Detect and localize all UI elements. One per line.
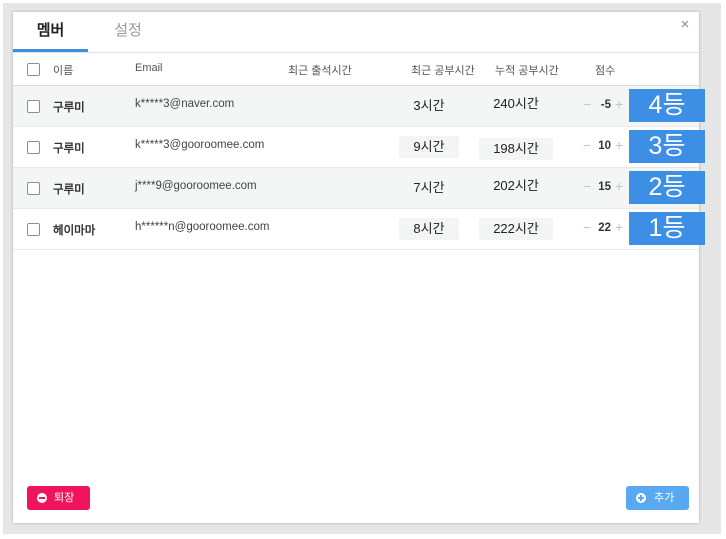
row-checkbox[interactable] [27,100,40,113]
minus-circle-icon [37,493,47,503]
select-all-checkbox[interactable] [27,63,40,76]
increase-score-icon[interactable]: + [615,179,623,193]
members-modal: 멤버 설정 × 이름 Email 최근 출석시간 최근 공부시간 누적 공부시간… [13,12,699,523]
table-row: 구루미 k*****3@gooroomee.com 9시간 198시간 − 10… [13,127,699,168]
last-study-time: 8시간 [399,218,459,240]
add-button-label: 추가 [654,492,675,504]
header-last-attendance: 최근 출석시간 [288,65,352,77]
rank-badge: 3등 [629,130,705,163]
row-checkbox[interactable] [27,141,40,154]
header-last-study: 최근 공부시간 [411,65,475,77]
table-row: 구루미 j****9@gooroomee.com 7시간 202시간 − 15 … [13,168,699,209]
table-row: 구루미 k*****3@naver.com 3시간 240시간 − -5 + [13,86,699,127]
tab-settings[interactable]: 설정 [91,21,165,52]
last-study-time: 7시간 [413,180,445,195]
score-value: 22 [598,222,611,234]
plus-circle-icon [636,493,646,503]
score-value: -5 [600,99,611,111]
member-email: k*****3@naver.com [135,98,235,110]
leave-button[interactable]: 퇴장 [27,486,90,510]
tab-members[interactable]: 멤버 [13,21,88,52]
increase-score-icon[interactable]: + [615,138,623,152]
row-checkbox[interactable] [27,182,40,195]
last-study-time: 9시간 [399,136,459,158]
increase-score-icon[interactable]: + [615,97,623,111]
header-total-study: 누적 공부시간 [495,65,559,77]
member-email: j****9@gooroomee.com [135,180,257,192]
total-study-time: 198시간 [479,138,553,160]
last-study-time: 3시간 [413,98,445,113]
leave-button-label: 퇴장 [54,492,75,504]
table-row: 헤이마마 h******n@gooroomee.com 8시간 222시간 − … [13,209,699,250]
member-email: h******n@gooroomee.com [135,221,270,233]
member-name: 구루미 [53,184,85,196]
member-name: 헤이마마 [53,225,96,237]
member-name: 구루미 [53,102,85,114]
member-email: k*****3@gooroomee.com [135,139,265,151]
score-value: 10 [598,140,611,152]
table-header: 이름 Email 최근 출석시간 최근 공부시간 누적 공부시간 점수 [13,53,699,86]
rank-badge: 4등 [629,89,705,122]
score-value: 15 [598,181,611,193]
add-button[interactable]: 추가 [626,486,689,510]
rank-badge: 1등 [629,212,705,245]
close-icon[interactable]: × [677,17,693,33]
row-checkbox[interactable] [27,223,40,236]
total-study-time: 222시간 [479,218,553,240]
member-name: 구루미 [53,143,85,155]
increase-score-icon[interactable]: + [615,220,623,234]
total-study-time: 202시간 [493,178,539,193]
header-email: Email [135,62,163,74]
header-score: 점수 [595,65,616,77]
total-study-time: 240시간 [493,96,539,111]
rank-badge: 2등 [629,171,705,204]
header-name: 이름 [53,65,74,77]
tab-bar: 멤버 설정 × [13,12,699,53]
